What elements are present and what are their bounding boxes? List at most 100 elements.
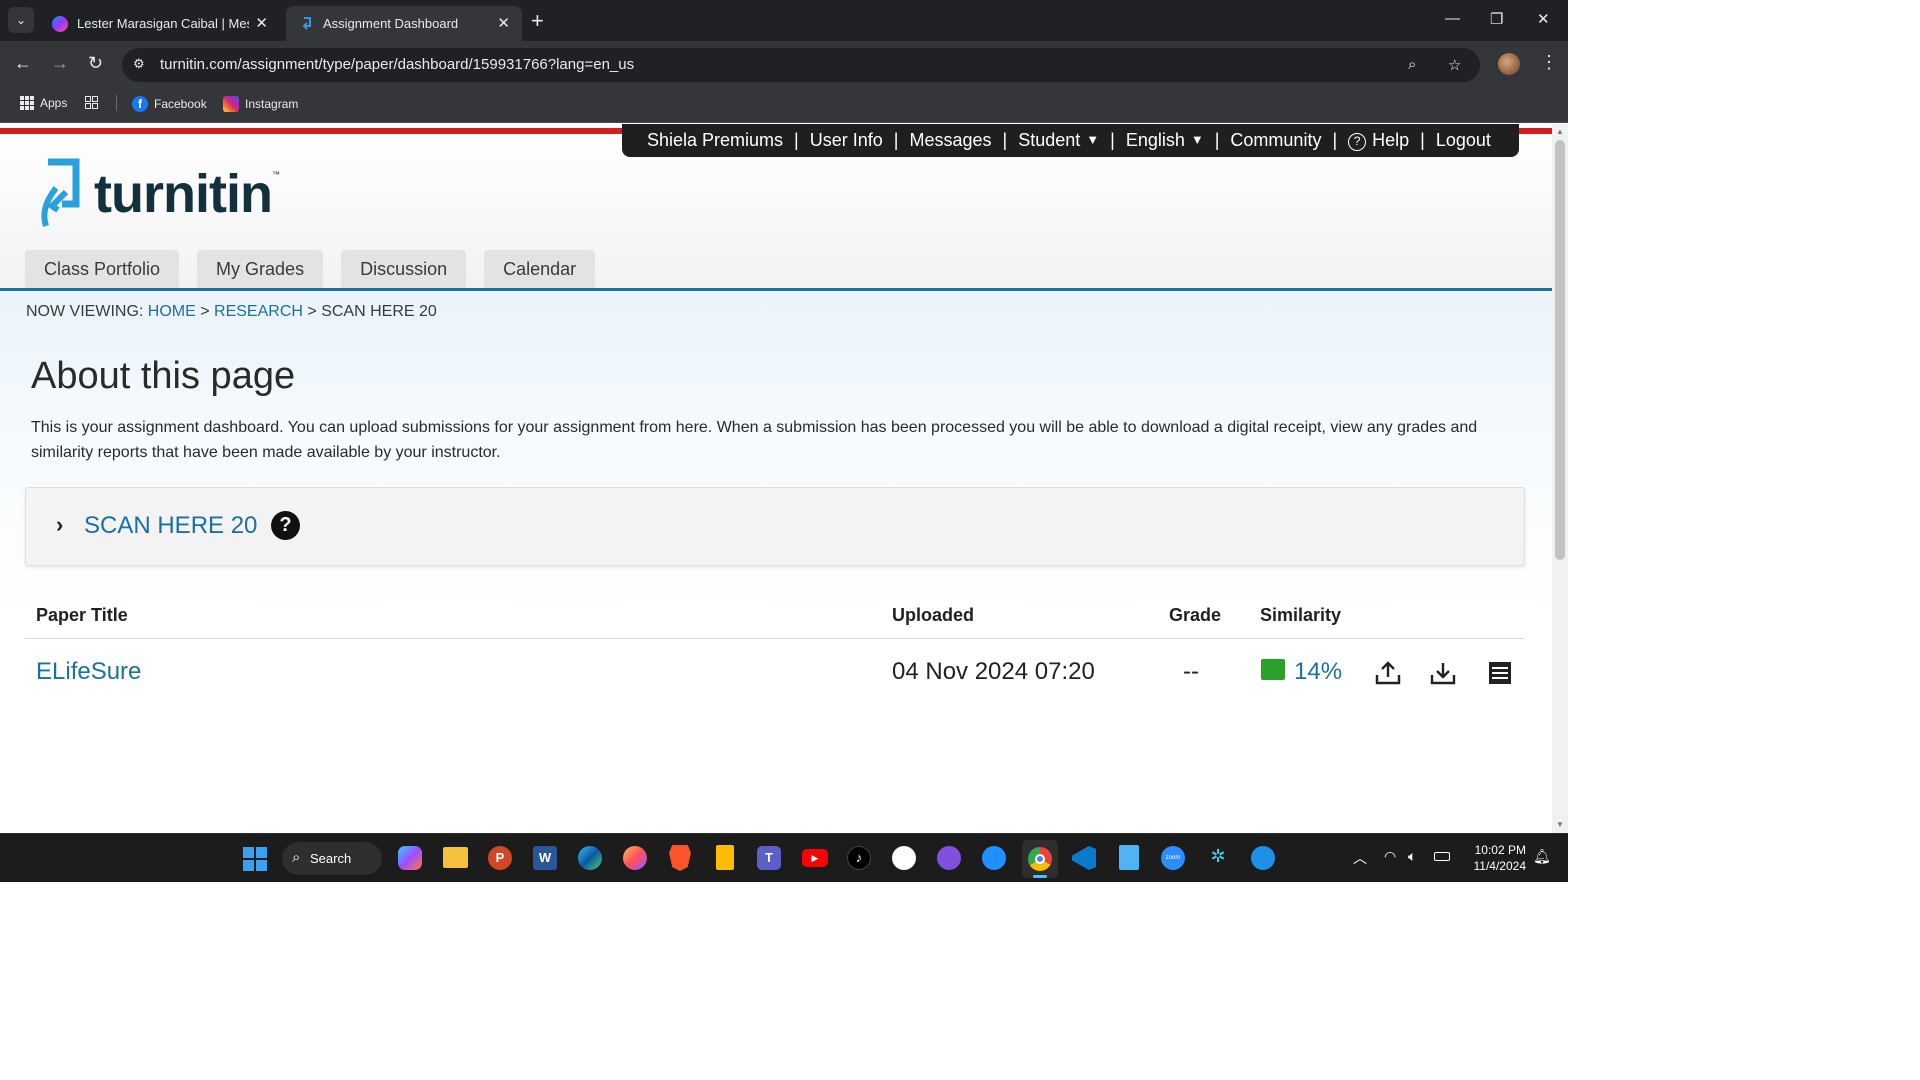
windows-start-icon[interactable] (243, 847, 267, 871)
file-explorer-icon[interactable] (443, 847, 468, 868)
firefox-icon[interactable] (623, 846, 647, 870)
url-text: turnitin.com/assignment/type/paper/dashb… (160, 56, 635, 73)
close-tab-icon[interactable]: ✕ (497, 14, 510, 32)
restore-icon[interactable]: ❐ (1490, 10, 1503, 28)
tab-class-portfolio[interactable]: Class Portfolio (25, 250, 180, 288)
bookmark-separator (116, 95, 117, 111)
docker-icon[interactable] (1251, 846, 1275, 870)
app-icon[interactable] (982, 846, 1006, 870)
breadcrumb-research[interactable]: RESEARCH (214, 303, 303, 320)
assignment-panel[interactable]: › SCAN HERE 20 ? (25, 487, 1525, 566)
search-icon: ⌕ (292, 849, 301, 866)
nav-logout[interactable]: Logout (1436, 130, 1491, 151)
nav-community[interactable]: Community (1230, 130, 1321, 151)
new-tab-button[interactable]: + (531, 8, 544, 34)
chevron-up-icon[interactable]: ︿ (1353, 848, 1367, 868)
messenger-icon (52, 15, 68, 32)
taskbar-search-box[interactable]: ⌕ Search (282, 842, 382, 875)
upload-icon[interactable] (1374, 660, 1402, 686)
nav-messages[interactable]: Messages (909, 130, 991, 151)
main-content: NOW VIEWING: HOME > RESEARCH > SCAN HERE… (0, 291, 1552, 833)
zoom-icon[interactable]: zoom (1161, 846, 1185, 870)
tab-my-grades[interactable]: My Grades (197, 250, 324, 288)
browser-tab-messenger[interactable]: Lester Marasigan Caibal | Messenger ✕ (40, 6, 280, 41)
browser-tab-strip: ⌄ Lester Marasigan Caibal | Messenger ✕ … (0, 0, 1568, 41)
reload-icon[interactable]: ↻ (88, 53, 103, 74)
volume-icon[interactable]: 🔈︎ (1408, 848, 1416, 865)
nav-user-name[interactable]: Shiela Premiums (647, 130, 783, 151)
tiktok-icon[interactable]: ♪ (847, 846, 871, 870)
scrollbar-thumb[interactable] (1555, 140, 1565, 560)
column-uploaded: Uploaded (892, 605, 975, 625)
tab-search-button[interactable]: ⌄ (8, 7, 34, 33)
tab-groups-icon[interactable] (85, 96, 104, 109)
address-bar[interactable]: ⚙ turnitin.com/assignment/type/paper/das… (122, 48, 1480, 82)
site-info-icon[interactable]: ⚙ (133, 56, 145, 72)
teams-icon[interactable]: T (757, 846, 781, 870)
github-icon[interactable] (892, 846, 916, 870)
battery-icon[interactable] (1434, 852, 1450, 861)
close-tab-icon[interactable]: ✕ (255, 14, 268, 32)
similarity-color-box[interactable] (1261, 659, 1285, 680)
logo-text: turnitin (94, 164, 273, 224)
tab-discussion[interactable]: Discussion (341, 250, 467, 288)
forward-arrow-icon[interactable]: → (51, 53, 69, 74)
browser-toolbar: ← → ↻ ⚙ turnitin.com/assignment/type/pap… (0, 41, 1568, 88)
bookmark-facebook[interactable]: f Facebook (132, 96, 207, 112)
page-scrollbar[interactable]: ▲ ▼ (1552, 124, 1568, 833)
more-options-icon[interactable]: ⋮ (1540, 52, 1558, 73)
trademark-symbol: ™ (271, 169, 280, 179)
vscode-icon[interactable] (1072, 846, 1096, 870)
browser-tab-assignment-dashboard[interactable]: Assignment Dashboard ✕ (286, 6, 522, 41)
copilot-icon[interactable] (398, 846, 422, 870)
bookmark-instagram[interactable]: Instagram (223, 96, 298, 112)
notification-bell-icon[interactable]: 🔔︎ (1533, 848, 1551, 865)
youtube-icon[interactable]: ▶ (802, 849, 828, 867)
brave-icon[interactable] (669, 845, 691, 871)
scroll-down-icon[interactable]: ▼ (1556, 820, 1564, 829)
nav-role-dropdown[interactable]: Student ▼ (1018, 130, 1099, 151)
download-icon[interactable] (1429, 660, 1457, 686)
bookmark-apps[interactable]: Apps (20, 96, 67, 110)
nav-help[interactable]: ? Help (1348, 130, 1409, 152)
nav-language-dropdown[interactable]: English ▼ (1126, 130, 1204, 151)
minimize-icon[interactable]: — (1445, 10, 1460, 27)
turnitin-page: Shiela Premiums | User Info | Messages |… (0, 124, 1552, 833)
chevron-right-icon[interactable]: › (56, 512, 63, 538)
app-icon[interactable]: ✲ (1206, 846, 1230, 870)
powerpoint-icon[interactable]: P (488, 846, 512, 870)
bookmark-star-icon[interactable]: ☆ (1448, 56, 1461, 74)
wifi-icon[interactable]: ◠ (1384, 848, 1396, 865)
edge-icon[interactable] (578, 846, 602, 870)
bookmark-label: Instagram (245, 97, 299, 111)
scroll-up-icon[interactable]: ▲ (1556, 127, 1564, 136)
close-window-icon[interactable]: ✕ (1537, 10, 1550, 28)
turnitin-logo-icon (41, 158, 80, 227)
breadcrumb: NOW VIEWING: HOME > RESEARCH > SCAN HERE… (26, 303, 437, 320)
github-desktop-icon[interactable] (937, 846, 961, 870)
assignment-title[interactable]: SCAN HERE 20 (84, 512, 257, 540)
receipt-icon[interactable] (1486, 660, 1514, 686)
column-grade: Grade (1169, 605, 1222, 625)
back-arrow-icon[interactable]: ← (14, 53, 32, 74)
similarity-score-link[interactable]: 14% (1294, 658, 1342, 686)
word-icon[interactable]: W (533, 846, 557, 870)
google-keep-icon[interactable] (716, 845, 734, 870)
profile-avatar[interactable] (1498, 53, 1520, 75)
instagram-icon (223, 96, 239, 112)
turnitin-icon (298, 16, 314, 32)
tab-calendar[interactable]: Calendar (484, 250, 596, 288)
taskbar-clock[interactable]: 10:02 PM 11/4/2024 (1462, 842, 1527, 874)
breadcrumb-home[interactable]: HOME (148, 303, 196, 320)
notepad-icon[interactable] (1119, 845, 1139, 870)
breadcrumb-current: SCAN HERE 20 (321, 303, 437, 320)
turnitin-logo[interactable]: turnitin ™ (36, 158, 280, 230)
nav-user-info[interactable]: User Info (810, 130, 883, 151)
column-similarity: Similarity (1260, 605, 1342, 625)
paper-title-link[interactable]: ELifeSure (36, 658, 141, 686)
help-question-icon[interactable]: ? (271, 511, 300, 540)
chrome-icon[interactable] (1022, 840, 1058, 878)
zoom-icon[interactable]: ⌕ (1408, 56, 1416, 73)
facebook-icon: f (132, 96, 148, 112)
page-title: About this page (31, 355, 296, 397)
